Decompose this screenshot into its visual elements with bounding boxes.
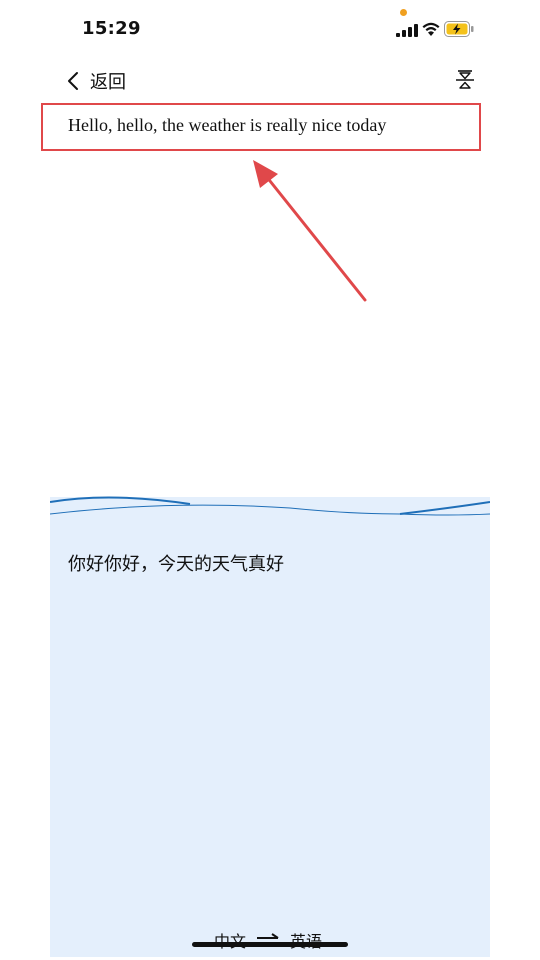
nav-bar: 返回 bbox=[0, 60, 540, 100]
wifi-icon bbox=[422, 22, 440, 36]
battery-charging-icon bbox=[444, 21, 474, 37]
translation-result-text: Hello, hello, the weather is really nice… bbox=[68, 115, 387, 135]
home-indicator[interactable] bbox=[192, 942, 348, 947]
chevron-left-icon bbox=[68, 72, 78, 90]
wave-decoration bbox=[50, 496, 490, 520]
status-bar: 15:29 bbox=[0, 0, 540, 60]
back-label: 返回 bbox=[90, 72, 126, 93]
translator-screen: 15:29 返回 Hello, hello, the weather is re… bbox=[0, 0, 540, 960]
language-switch: 中文 英语 bbox=[214, 928, 322, 952]
privacy-indicator-dot bbox=[400, 9, 407, 16]
target-language-button[interactable]: 英语 bbox=[290, 928, 322, 952]
status-time: 15:29 bbox=[82, 18, 141, 39]
annotation-arrow-icon bbox=[253, 160, 367, 302]
source-language-button[interactable]: 中文 bbox=[214, 928, 246, 952]
collapse-icon[interactable] bbox=[456, 70, 474, 90]
signal-icon bbox=[396, 24, 418, 37]
back-button[interactable]: 返回 bbox=[66, 68, 126, 94]
translation-result-box[interactable]: Hello, hello, the weather is really nice… bbox=[41, 103, 481, 151]
source-input-text[interactable]: 你好你好，今天的天气真好 bbox=[68, 550, 284, 576]
